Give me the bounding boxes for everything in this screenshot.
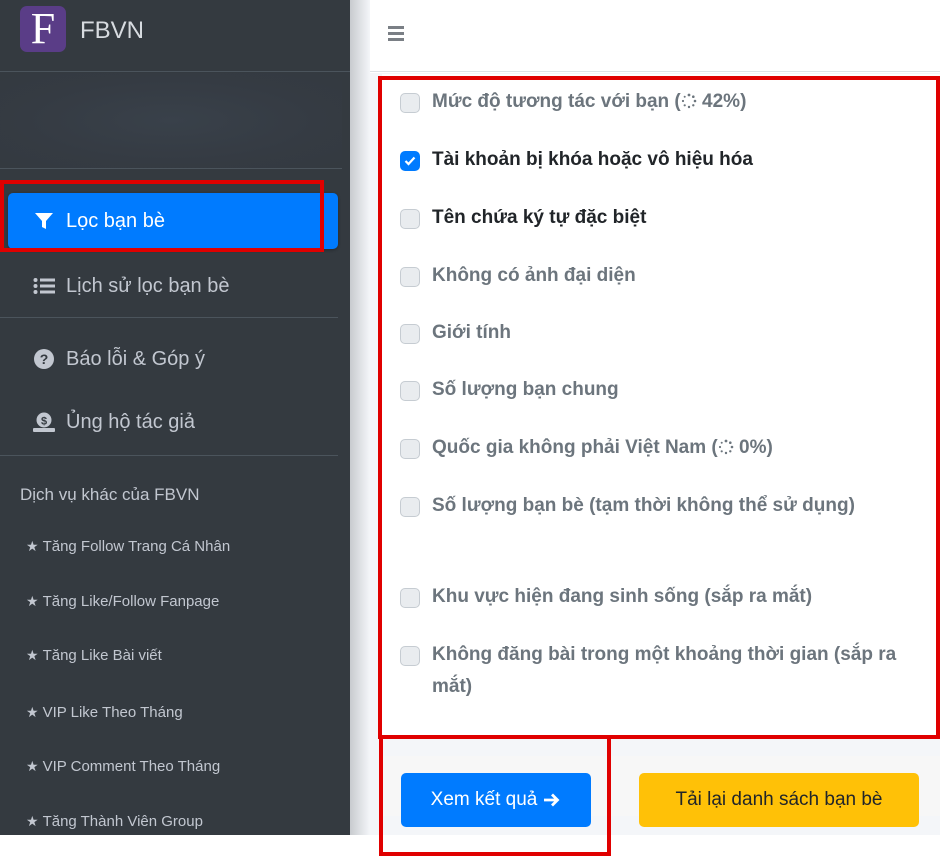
sidebar-item-filter-friends[interactable]: Lọc bạn bè	[8, 193, 338, 249]
service-label: VIP Like Theo Tháng	[42, 704, 183, 721]
star-icon: ★	[26, 758, 39, 774]
star-icon: ★	[26, 538, 39, 554]
filter-label: Khu vực hiện đang sinh sống (sắp ra mắt)	[432, 586, 813, 607]
loading-spinner-icon	[681, 93, 697, 109]
donate-icon: $	[32, 410, 56, 434]
view-results-button[interactable]: Xem kết quả	[401, 773, 591, 827]
filter-label: Không đăng bài trong một khoảng thời gia…	[432, 644, 897, 697]
filter-label: Quốc gia không phải Việt Nam ( 0%)	[432, 437, 773, 458]
filter-option-no-avatar[interactable]: Không có ảnh đại diện	[400, 264, 932, 292]
filter-option-region[interactable]: Khu vực hiện đang sinh sống (sắp ra mắt)	[400, 585, 932, 613]
reload-friends-button[interactable]: Tải lại danh sách bạn bè	[639, 773, 919, 827]
service-link[interactable]: ★ Tăng Thành Viên Group	[26, 813, 203, 830]
star-icon: ★	[26, 813, 39, 829]
checkbox[interactable]	[400, 267, 420, 287]
service-link[interactable]: ★ VIP Like Theo Tháng	[26, 704, 183, 721]
filter-label: Số lượng bạn bè (tạm thời không thể sử d…	[432, 495, 855, 516]
checkbox[interactable]	[400, 209, 420, 229]
filter-option-no-posts[interactable]: Không đăng bài trong một khoảng thời gia…	[400, 643, 927, 703]
brand-link[interactable]: F FBVN	[0, 0, 350, 72]
filter-label: Giới tính	[432, 322, 511, 343]
button-label: Xem kết quả	[430, 789, 538, 810]
sidebar: F FBVN Lọc bạn bè Lịch sử lọc bạn bè ? B…	[0, 0, 350, 835]
top-navbar	[350, 0, 940, 72]
service-link[interactable]: ★ VIP Comment Theo Tháng	[26, 758, 220, 775]
hamburger-icon[interactable]	[388, 26, 404, 42]
sidebar-item-label: Lịch sử lọc bạn bè	[66, 274, 230, 297]
filter-label: Mức độ tương tác với bạn ( 42%)	[432, 91, 747, 112]
progress-value: 0%	[739, 437, 767, 458]
filter-option-friend-count[interactable]: Số lượng bạn bè (tạm thời không thể sử d…	[400, 494, 882, 522]
checkbox[interactable]	[400, 646, 420, 666]
svg-text:$: $	[41, 416, 47, 428]
sidebar-item-report-bug[interactable]: ? Báo lỗi & Góp ý	[8, 331, 338, 387]
filter-label: Tài khoản bị khóa hoặc vô hiệu hóa	[432, 149, 753, 170]
question-circle-icon: ?	[32, 347, 56, 371]
checkbox[interactable]	[400, 93, 420, 113]
filter-option-country[interactable]: Quốc gia không phải Việt Nam ( 0%)	[400, 436, 932, 464]
checkbox[interactable]	[400, 588, 420, 608]
service-label: Tăng Like Bài viết	[42, 647, 162, 664]
sidebar-item-label: Lọc bạn bè	[66, 209, 165, 232]
service-label: Tăng Follow Trang Cá Nhân	[42, 538, 231, 555]
list-icon	[32, 274, 56, 298]
checkbox[interactable]	[400, 324, 420, 344]
checkbox[interactable]	[400, 381, 420, 401]
filter-icon	[32, 209, 56, 233]
service-link[interactable]: ★ Tăng Follow Trang Cá Nhân	[26, 538, 230, 555]
filter-option-mutual-friends[interactable]: Số lượng bạn chung	[400, 378, 932, 406]
filter-option-interaction[interactable]: Mức độ tương tác với bạn ( 42%)	[400, 90, 932, 118]
filter-label: Tên chứa ký tự đặc biệt	[432, 207, 647, 228]
brand-name: FBVN	[80, 17, 145, 44]
arrow-right-icon	[544, 793, 560, 807]
sidebar-item-donate[interactable]: $ Ủng hộ tác giả	[8, 394, 338, 450]
checkbox[interactable]	[400, 497, 420, 517]
svg-text:?: ?	[40, 351, 49, 367]
loading-spinner-icon	[718, 439, 734, 455]
filter-option-gender[interactable]: Giới tính	[400, 321, 932, 349]
sidebar-divider	[0, 317, 338, 318]
sidebar-item-label: Báo lỗi & Góp ý	[66, 347, 205, 370]
brand-logo: F	[20, 6, 66, 52]
checkbox-checked[interactable]	[400, 151, 420, 171]
section-title-other-services: Dịch vụ khác của FBVN	[20, 485, 200, 504]
sidebar-item-filter-history[interactable]: Lịch sử lọc bạn bè	[8, 258, 338, 314]
checkbox[interactable]	[400, 439, 420, 459]
filter-label: Số lượng bạn chung	[432, 379, 619, 400]
progress-value: 42%	[702, 91, 741, 112]
service-label: Tăng Like/Follow Fanpage	[42, 593, 220, 610]
service-label: Tăng Thành Viên Group	[42, 813, 203, 830]
service-label: VIP Comment Theo Tháng	[42, 758, 221, 775]
button-label: Tải lại danh sách bạn bè	[675, 789, 883, 810]
filter-label: Không có ảnh đại diện	[432, 265, 636, 286]
check-icon	[404, 156, 416, 166]
sidebar-item-label: Ủng hộ tác giả	[66, 410, 195, 433]
service-link[interactable]: ★ Tăng Like/Follow Fanpage	[26, 593, 219, 610]
sidebar-shadow	[350, 0, 370, 835]
user-panel-blurred	[0, 73, 342, 169]
filter-option-locked-account[interactable]: Tài khoản bị khóa hoặc vô hiệu hóa	[400, 148, 932, 176]
star-icon: ★	[26, 704, 39, 720]
filter-option-special-chars[interactable]: Tên chứa ký tự đặc biệt	[400, 206, 932, 234]
star-icon: ★	[26, 647, 39, 663]
star-icon: ★	[26, 593, 39, 609]
sidebar-divider	[0, 455, 338, 456]
service-link[interactable]: ★ Tăng Like Bài viết	[26, 647, 162, 664]
